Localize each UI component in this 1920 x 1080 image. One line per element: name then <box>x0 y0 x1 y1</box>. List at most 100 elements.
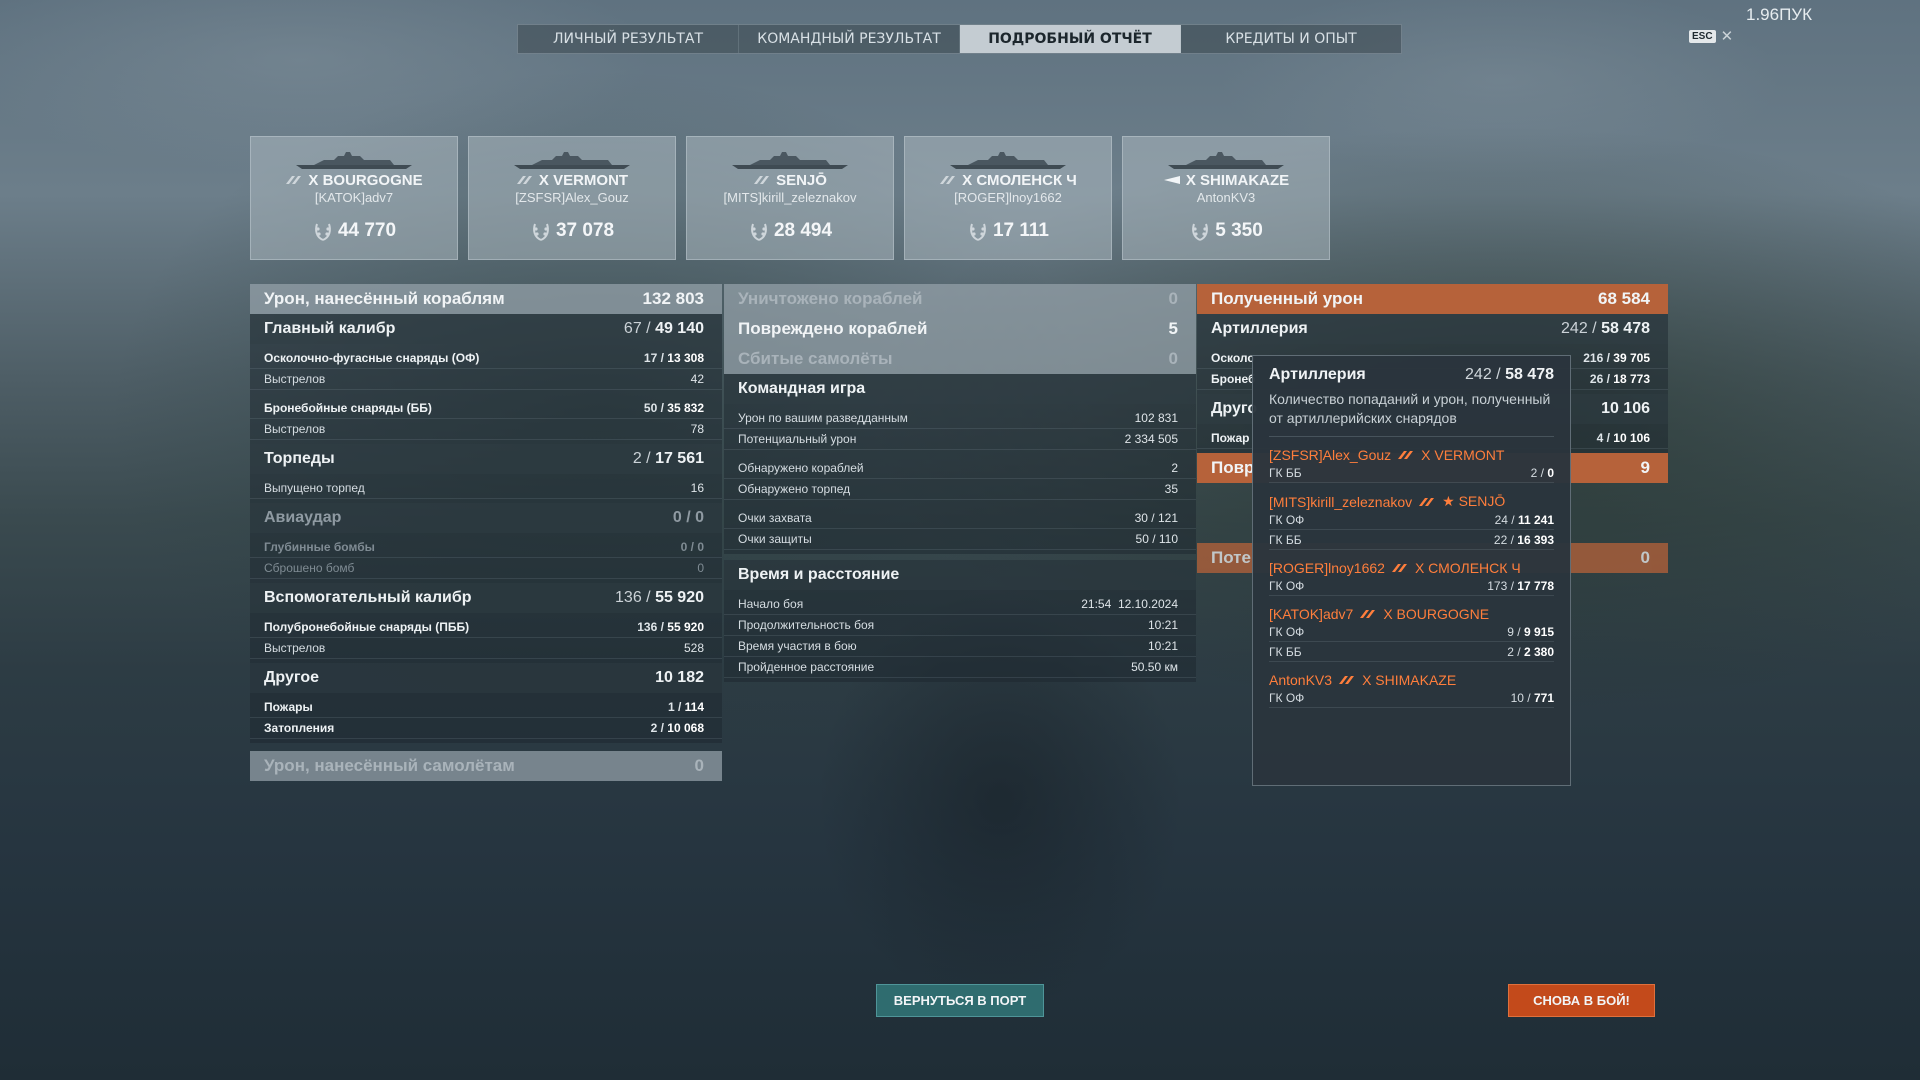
tooltip-attacker-entry: [MITS]kirill_zeleznakov ★ SENJŌ ГК ОФ 24 / … <box>1269 493 1554 550</box>
attacker-ship: X SHIMAKAZE <box>1362 672 1457 688</box>
artillery-header[interactable]: Артиллерия 242 / 58 478 <box>1197 314 1668 344</box>
ship-silhouette-icon <box>732 152 848 169</box>
damage-header[interactable]: Урон, нанесённый кораблям 132 803 <box>250 284 722 314</box>
other-rows: Пожары 1 / 114 Затопления 2 / 10 068 <box>250 693 722 743</box>
ship-name: SENJŌ <box>776 172 827 189</box>
ships-destroyed-header[interactable]: Уничтожено кораблей 0 <box>724 284 1196 314</box>
player-name: [MITS]kirill_zeleznakov <box>723 190 857 205</box>
tab-personal[interactable]: ЛИЧНЫЙ РЕЗУЛЬТАТ <box>518 25 739 53</box>
battle-start-row: Начало боя 21:54 12.10.2024 <box>724 594 1196 615</box>
other-header[interactable]: Другое 10 182 <box>250 663 722 693</box>
ship-name: X VERMONT <box>538 172 629 189</box>
sap-shells-row: Полубронебойные снаряды (ПББ) 136 / 55 92… <box>250 617 722 638</box>
player-name: [ROGER]lnoy1662 <box>954 190 1062 205</box>
artillery-tooltip: Артиллерия 242 / 58 478 Количество попад… <box>1252 355 1571 786</box>
tooltip-header: Артиллерия 242 / 58 478 <box>1269 366 1554 383</box>
attacker-damage-row: ГК ОФ 9 / 9 915 <box>1269 622 1554 642</box>
tooltip-attacker-entry: [ROGER]lnoy1662 X СМОЛЕНСК Ч ГК ОФ 173 / 17… <box>1269 560 1554 596</box>
attacker-player: [ROGER]lnoy1662 <box>1269 560 1385 576</box>
torpedo-rows: Выпущено торпед 16 <box>250 474 722 503</box>
ship-name: X SHIMAKAZE <box>1185 172 1290 189</box>
return-to-port-button[interactable]: ВЕРНУТЬСЯ В ПОРТ <box>876 984 1044 1017</box>
ship-class-icon <box>1339 676 1355 684</box>
bombs-dropped-row: Сброшено бомб 0 <box>250 558 722 579</box>
esc-close-button[interactable]: ESC ✕ <box>1689 27 1733 45</box>
attacker-player: AntonKV3 <box>1269 672 1333 688</box>
ship-name: X BOURGOGNE <box>308 172 423 189</box>
tooltip-attacker-entry: [ZSFSR]Alex_Gouz X VERMONT ГК ББ 2 / 0 <box>1269 447 1554 483</box>
battle-duration-row: Продолжительность боя 10:21 <box>724 615 1196 636</box>
teamplay-rows: Урон по вашим разведданным 102 831 Потенц… <box>724 404 1196 554</box>
close-icon: ✕ <box>1720 28 1734 45</box>
cruiser-icon <box>939 172 957 189</box>
attacker-damage-row: ГК ОФ 10 / 771 <box>1269 688 1554 708</box>
attacker-ship: X VERMONT <box>1421 447 1505 463</box>
secondary-battery-header[interactable]: Вспомогательный калибр 136 / 55 920 <box>250 583 722 613</box>
attacker-name-row: AntonKV3 X SHIMAKAZE <box>1269 672 1554 688</box>
attacker-damage-row: ГК ОФ 24 / 11 241 <box>1269 510 1554 530</box>
ship-silhouette-icon <box>950 152 1066 169</box>
player-card[interactable]: SENJŌ [MITS]kirill_zeleznakov 28 494 <box>686 136 894 260</box>
attacker-ship: ★ SENJŌ <box>1442 493 1506 509</box>
laurel-icon <box>315 223 331 241</box>
tooltip-description: Количество попаданий и урон, полученный … <box>1269 390 1554 437</box>
battle-again-button[interactable]: СНОВА В БОЙ! <box>1508 984 1655 1017</box>
ship-silhouette-icon <box>514 152 630 169</box>
he-shots-row: Выстрелов 42 <box>250 369 722 390</box>
fires-row: Пожары 1 / 114 <box>250 697 722 718</box>
player-card[interactable]: X SHIMAKAZE AntonKV3 5 350 <box>1122 136 1330 260</box>
received-damage-header[interactable]: Полученный урон 68 584 <box>1197 284 1668 314</box>
spotting-damage-row: Урон по вашим разведданным 102 831 <box>724 408 1196 429</box>
battleship-icon <box>753 172 771 189</box>
secondary-rows: Полубронебойные снаряды (ПББ) 136 / 55 92… <box>250 613 722 663</box>
player-score: 17 111 <box>967 220 1049 242</box>
attacker-ship: X СМОЛЕНСК Ч <box>1414 560 1521 576</box>
time-distance-header[interactable]: Время и расстояние <box>724 560 1196 590</box>
battleship-icon <box>516 172 534 189</box>
team-column: Уничтожено кораблей 0 Повреждено кораблей… <box>724 284 1196 682</box>
laurel-icon <box>751 223 767 241</box>
laurel-icon <box>533 223 549 241</box>
laurel-icon <box>970 223 986 241</box>
ship-name-row: X BOURGOGNE <box>285 172 423 189</box>
depth-charges-row: Глубинные бомбы 0 / 0 <box>250 537 722 558</box>
attacker-name-row: [ROGER]lnoy1662 X СМОЛЕНСК Ч <box>1269 560 1554 576</box>
teamplay-header[interactable]: Командная игра <box>724 374 1196 404</box>
ship-class-icon <box>1360 610 1376 618</box>
participation-time-row: Время участия в бою 10:21 <box>724 636 1196 657</box>
tooltip-attacker-entry: [KATOK]adv7 X BOURGOGNE ГК ОФ 9 / 9 915 ГК Б… <box>1269 606 1554 662</box>
tab-bar: ЛИЧНЫЙ РЕЗУЛЬТАТ КОМАНДНЫЙ РЕЗУЛЬТАТ ПОД… <box>517 24 1402 54</box>
airstrike-header[interactable]: Авиаудар 0 / 0 <box>250 503 722 533</box>
attacker-ship: X BOURGOGNE <box>1383 606 1490 622</box>
planes-shot-header[interactable]: Сбитые самолёты 0 <box>724 344 1196 374</box>
damage-column: Урон, нанесённый кораблям 132 803 Главны… <box>250 284 722 781</box>
player-card[interactable]: X СМОЛЕНСК Ч [ROGER]lnoy1662 17 111 <box>904 136 1112 260</box>
tab-detailed[interactable]: ПОДРОБНЫЙ ОТЧЁТ <box>960 25 1181 53</box>
tab-credits-xp[interactable]: КРЕДИТЫ И ОПЫТ <box>1181 25 1401 53</box>
attacker-name-row: [ZSFSR]Alex_Gouz X VERMONT <box>1269 447 1554 463</box>
torpedoes-header[interactable]: Торпеды 2 / 17 561 <box>250 444 722 474</box>
attacker-name-row: [MITS]kirill_zeleznakov ★ SENJŌ <box>1269 493 1554 510</box>
ships-spotted-row: Обнаружено кораблей 2 <box>724 458 1196 479</box>
attacker-damage-row: ГК ББ 22 / 16 393 <box>1269 530 1554 550</box>
ship-class-icon <box>1391 564 1407 572</box>
player-score: 28 494 <box>748 220 832 242</box>
player-card[interactable]: X BOURGOGNE [KATOK]adv7 44 770 <box>250 136 458 260</box>
tab-team[interactable]: КОМАНДНЫЙ РЕЗУЛЬТАТ <box>739 25 960 53</box>
player-card[interactable]: X VERMONT [ZSFSR]Alex_Gouz 37 078 <box>468 136 676 260</box>
torpedoes-fired-row: Выпущено торпед 16 <box>250 478 722 499</box>
ship-name-row: X СМОЛЕНСК Ч <box>939 172 1077 189</box>
tooltip-attacker-entry: AntonKV3 X SHIMAKAZE ГК ОФ 10 / 771 <box>1269 672 1554 708</box>
he-shells-row: Осколочно-фугасные снаряды (ОФ) 17 / 13 3… <box>250 348 722 369</box>
fps-counter: 1.96ПУК <box>1745 5 1812 24</box>
destroyer-icon <box>1163 172 1181 189</box>
aircraft-damage-header[interactable]: Урон, нанесённый самолётам 0 <box>250 751 722 781</box>
main-battery-header[interactable]: Главный калибр 67 / 49 140 <box>250 314 722 344</box>
ship-name: X СМОЛЕНСК Ч <box>962 172 1077 189</box>
player-score: 37 078 <box>530 220 614 242</box>
player-name: [ZSFSR]Alex_Gouz <box>515 190 629 205</box>
esc-key-icon: ESC <box>1689 29 1716 43</box>
ships-damaged-header[interactable]: Повреждено кораблей 5 <box>724 314 1196 344</box>
floods-row: Затопления 2 / 10 068 <box>250 718 722 739</box>
ship-name-row: X VERMONT <box>516 172 628 189</box>
